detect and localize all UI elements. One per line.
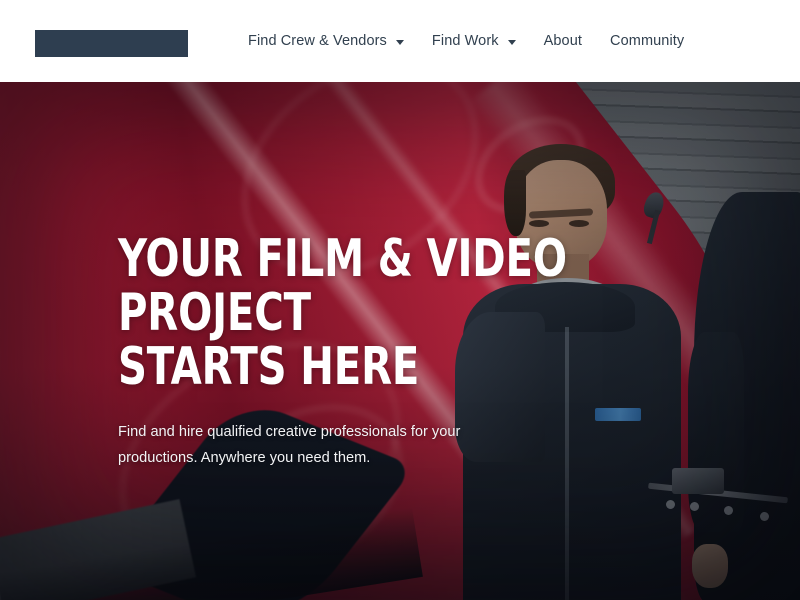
- nav-item-find-work[interactable]: Find Work: [418, 27, 530, 55]
- hero-subheadline: Find and hire qualified creative profess…: [118, 424, 461, 466]
- nav-item-about[interactable]: About: [530, 27, 596, 55]
- hero-section: Your Film & Video Project Starts Here Fi…: [0, 82, 800, 600]
- nav-item-label: About: [543, 33, 583, 49]
- chevron-down-icon: [507, 39, 516, 45]
- hero-content: Your Film & Video Project Starts Here Fi…: [118, 232, 738, 471]
- nav-item-label: Community: [610, 33, 685, 49]
- nav-item-label: Find Work: [431, 33, 499, 49]
- nav-item-community[interactable]: Community: [596, 27, 698, 55]
- site-logo[interactable]: [35, 30, 188, 57]
- hero-headline: Your Film & Video Project Starts Here: [118, 229, 567, 398]
- main-navigation: Find Crew & Vendors Find Work About Comm…: [240, 0, 698, 82]
- site-header: Find Crew & Vendors Find Work About Comm…: [0, 0, 800, 82]
- nav-item-label: Find Crew & Vendors: [248, 33, 387, 49]
- chevron-down-icon: [395, 39, 404, 45]
- nav-item-find-crew-and-vendors[interactable]: Find Crew & Vendors: [240, 27, 418, 55]
- page-root: Find Crew & Vendors Find Work About Comm…: [0, 0, 800, 600]
